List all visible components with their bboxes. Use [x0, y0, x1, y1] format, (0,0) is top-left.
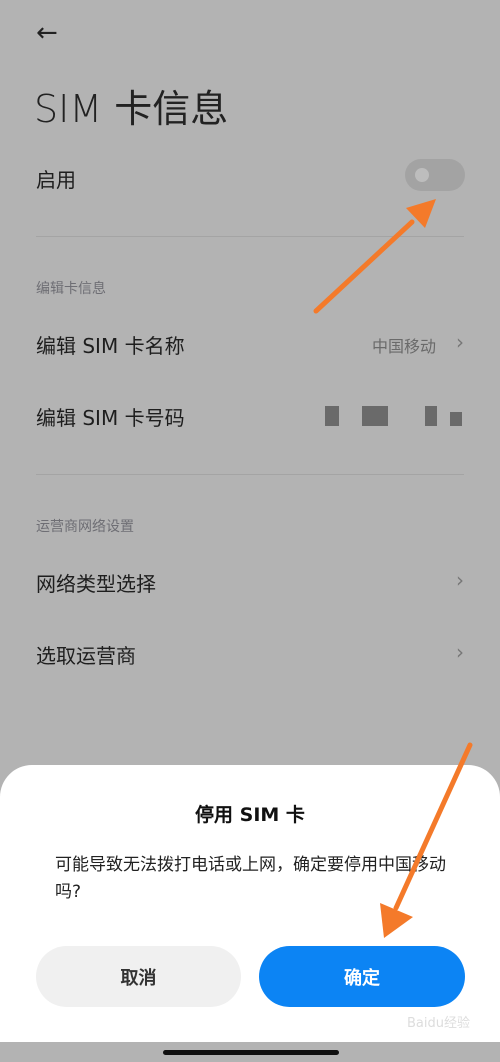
annotation-arrow — [313, 219, 415, 314]
annotation-arrows — [313, 199, 473, 938]
annotation-arrow — [393, 742, 473, 911]
